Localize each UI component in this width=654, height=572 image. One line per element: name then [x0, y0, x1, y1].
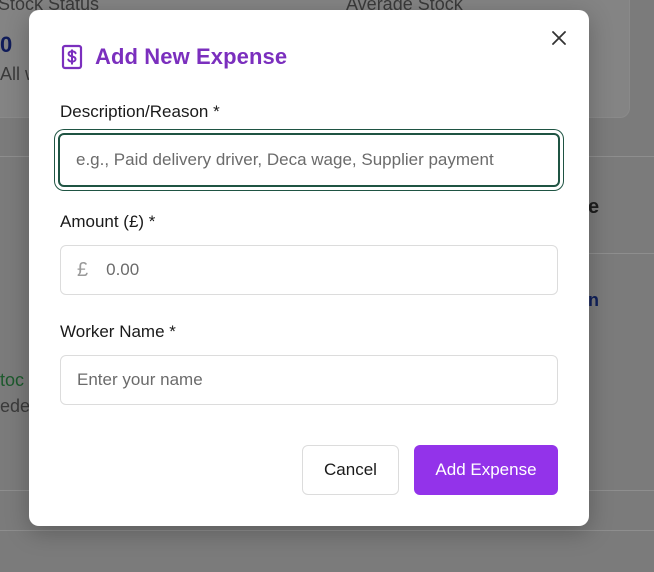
amount-placeholder: 0.00 [106, 260, 140, 279]
pound-sign-icon: £ [77, 258, 89, 281]
add-expense-dialog: Add New Expense Description/Reason * e.g… [29, 10, 589, 526]
worker-name-label: Worker Name * [60, 322, 176, 341]
background-right-heading: e [588, 196, 600, 218]
amount-input[interactable]: £ 0.00 [60, 245, 558, 295]
dollar-receipt-icon [60, 44, 84, 70]
background-divider [589, 253, 654, 254]
description-label: Description/Reason * [60, 102, 220, 121]
background-needed-text: ede [0, 396, 31, 416]
background-stock-status-text: toc [0, 370, 25, 390]
cancel-button[interactable]: Cancel [302, 445, 399, 495]
description-placeholder: e.g., Paid delivery driver, Deca wage, S… [76, 150, 494, 169]
close-icon[interactable] [552, 30, 566, 50]
background-divider [0, 530, 654, 531]
background-stock-value: 0 [0, 32, 13, 57]
background-right-link[interactable]: n [588, 290, 599, 311]
close-button[interactable] [549, 30, 569, 50]
worker-name-placeholder: Enter your name [77, 370, 203, 389]
amount-label: Amount (£) * [60, 212, 156, 231]
dialog-header: Add New Expense [60, 44, 287, 70]
dialog-title: Add New Expense [95, 44, 288, 69]
worker-name-input[interactable]: Enter your name [60, 355, 558, 405]
add-expense-button[interactable]: Add Expense [414, 445, 558, 495]
page-backdrop[interactable]: Stock Status Average Stock 0 All w e n t… [0, 0, 654, 572]
description-input[interactable]: e.g., Paid delivery driver, Deca wage, S… [58, 133, 560, 187]
